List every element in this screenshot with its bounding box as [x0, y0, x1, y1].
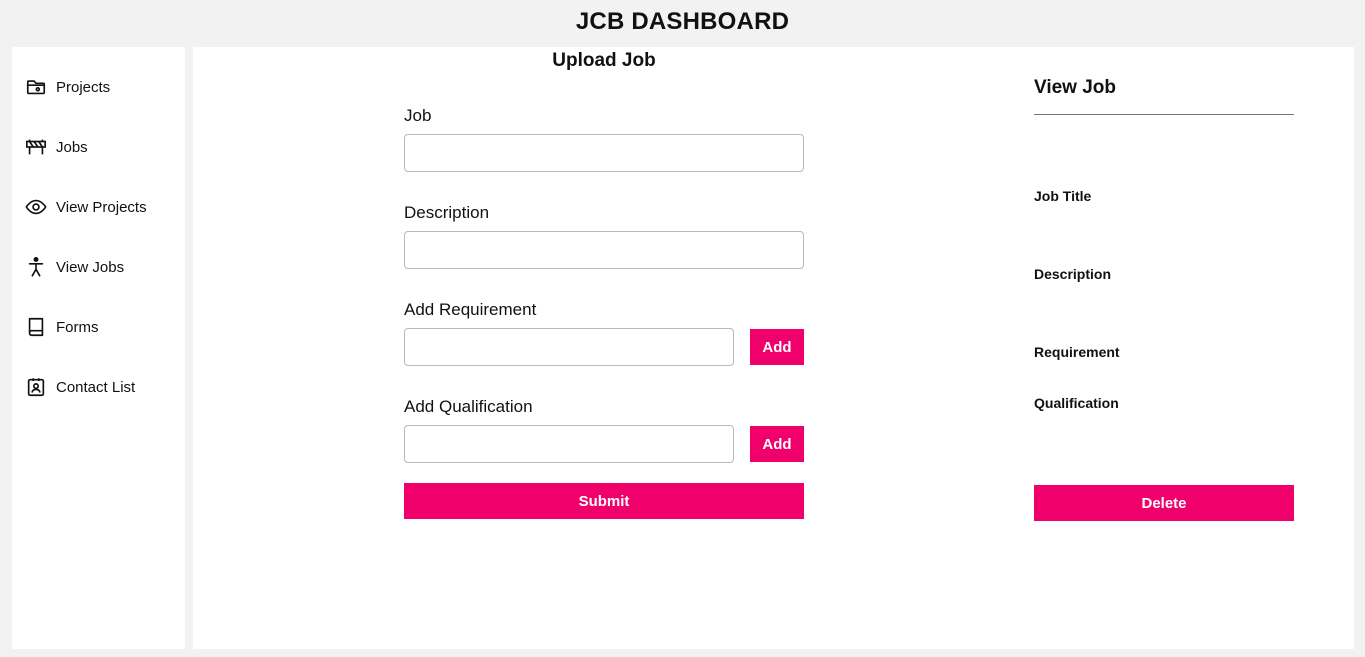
eye-icon	[24, 195, 48, 219]
qualification-input[interactable]	[404, 425, 734, 463]
sidebar-item-view-jobs[interactable]: View Jobs	[24, 253, 184, 281]
job-label: Job	[404, 106, 432, 125]
sidebar-item-label: Forms	[56, 318, 99, 336]
delete-button[interactable]: Delete	[1034, 485, 1294, 521]
view-job-title: View Job	[1034, 77, 1117, 98]
folder-icon	[24, 75, 48, 99]
upload-job-title: Upload Job	[552, 50, 656, 71]
submit-button[interactable]: Submit	[404, 483, 804, 519]
add-requirement-button[interactable]: Add	[750, 329, 804, 365]
job-input[interactable]	[404, 134, 804, 172]
main-panel: Upload Job Job Description Add Requireme…	[193, 47, 1354, 649]
sidebar-item-projects[interactable]: Projects	[24, 73, 184, 101]
job-title-label: Job Title	[1034, 188, 1092, 204]
view-qualification-label: Qualification	[1034, 395, 1119, 411]
sidebar-item-label: Contact List	[56, 378, 136, 396]
sidebar-item-label: View Projects	[56, 198, 147, 216]
add-qualification-button[interactable]: Add	[750, 426, 804, 462]
requirement-label: Add Requirement	[404, 300, 537, 319]
qualification-label: Add Qualification	[404, 397, 533, 416]
app-title: JCB DASHBOARD	[575, 8, 790, 35]
view-description-label: Description	[1034, 266, 1112, 282]
sidebar-item-contact-list[interactable]: Contact List	[24, 373, 184, 401]
description-input[interactable]	[404, 231, 804, 269]
construction-barrier-icon	[24, 135, 48, 159]
requirement-input[interactable]	[404, 328, 734, 366]
book-icon	[24, 315, 48, 339]
sidebar-item-label: View Jobs	[56, 258, 125, 276]
sidebar: Projects Jobs View Projects View Jobs Fo…	[12, 47, 185, 649]
view-requirement-label: Requirement	[1034, 344, 1120, 360]
sidebar-item-label: Jobs	[56, 138, 88, 156]
sidebar-item-label: Projects	[56, 78, 111, 96]
description-label: Description	[404, 203, 490, 222]
sidebar-item-jobs[interactable]: Jobs	[24, 133, 184, 161]
contact-card-icon	[24, 375, 48, 399]
view-job-divider	[1034, 114, 1294, 115]
person-icon	[24, 255, 48, 279]
sidebar-item-forms[interactable]: Forms	[24, 313, 184, 341]
sidebar-item-view-projects[interactable]: View Projects	[24, 193, 184, 221]
